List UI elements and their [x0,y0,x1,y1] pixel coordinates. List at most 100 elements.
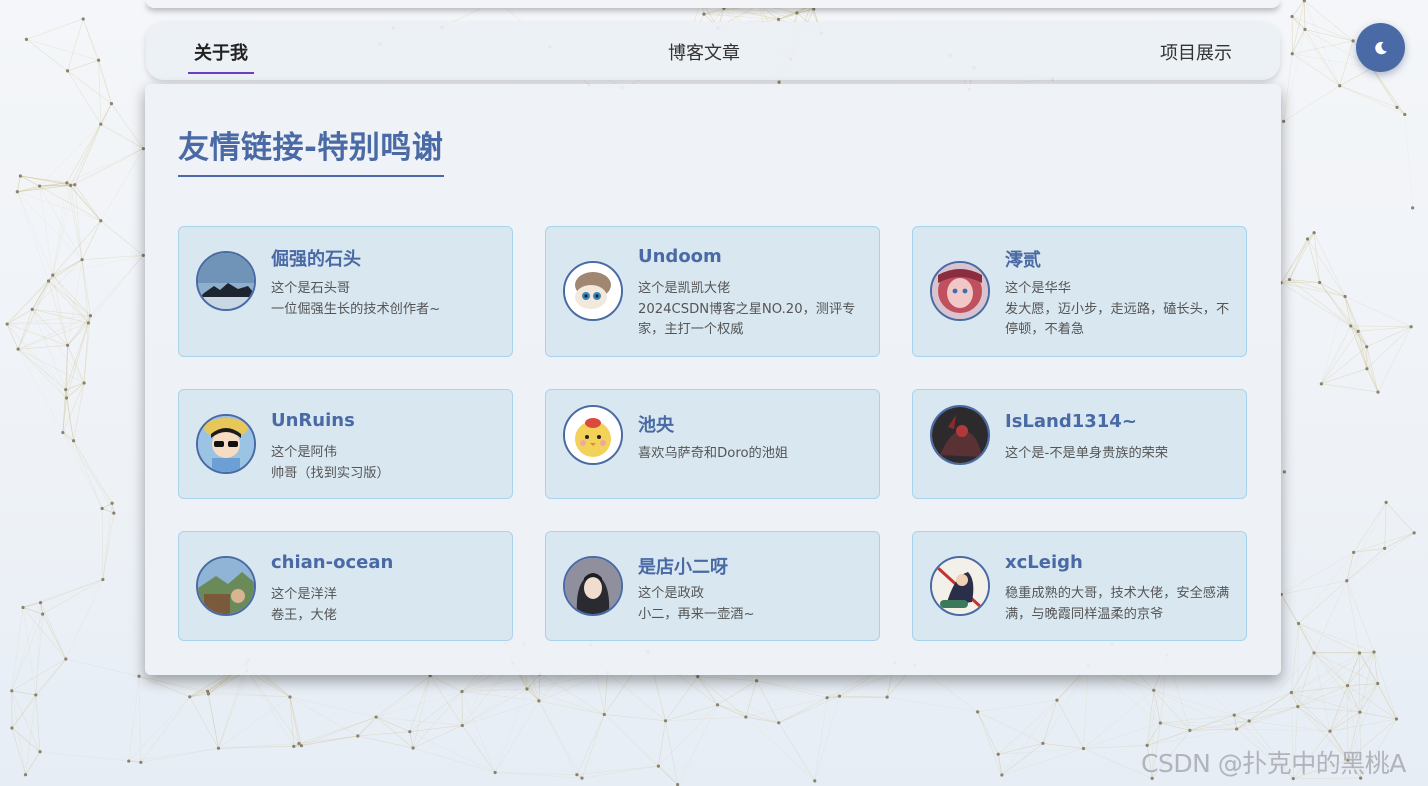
chick-avatar [563,405,623,465]
network-line [1384,532,1415,549]
network-line [1083,666,1089,749]
friend-card-1[interactable]: 倔强的石头 这个是石头哥 一位倔强生长的技术创作者~ [178,226,513,357]
network-line [357,731,410,737]
network-node [702,12,706,16]
network-line [81,220,102,260]
friend-description: 这个是华华 发大愿，迈小步，走远路，磕长头，不停顿，不着急 [1005,279,1230,341]
network-line [604,714,659,767]
friend-name: chian-ocean [271,552,394,573]
friend-card-6[interactable]: IsLand1314~ 这个是-不是单身贵族的荣荣 [912,389,1247,499]
network-line [1321,296,1346,384]
network-node [1235,727,1239,731]
network-line [1280,238,1308,283]
network-node [696,674,700,679]
network-node [1394,717,1399,721]
network-line [1304,29,1340,86]
nav-projects[interactable]: 项目展示 [1160,39,1232,65]
network-line [839,695,888,698]
network-node [1305,237,1310,241]
nav-blog[interactable]: 博客文章 [668,39,740,65]
network-node [23,773,28,777]
network-line [207,691,219,749]
network-line [413,747,496,773]
friend-card-3[interactable]: 澪贰 这个是华华 发大愿，迈小步，走远路，磕长头，不停顿，不着急 [912,226,1247,357]
network-line [1346,580,1375,653]
nav-about[interactable]: 关于我 [188,39,254,74]
network-line [298,735,358,744]
network-node [1319,382,1323,386]
network-line [1056,700,1084,749]
network-line [1042,665,1089,744]
network-line [1001,748,1084,776]
network-line [717,704,779,724]
network-node [1384,500,1388,504]
network-line [412,691,463,749]
network-line [778,695,840,724]
network-line [665,676,699,721]
network-line [1289,238,1308,280]
network-line [1291,16,1340,86]
friend-card-9[interactable]: xcLeigh 稳重成熟的大哥，技术大佬，安全感满满，与晚霞同样温柔的京爷 [912,531,1247,641]
network-line [189,691,208,698]
network-node [825,696,829,700]
network-line [1346,532,1415,581]
network-line [138,675,209,695]
theme-toggle-button[interactable] [1356,23,1405,72]
network-line [1339,67,1373,86]
friend-desc-line: 帅哥（找到实习版） [271,465,390,481]
friend-description: 喜欢乌萨奇和Doro的池姐 [638,444,863,465]
network-line [697,676,757,682]
network-line [52,275,68,346]
network-line [1359,652,1397,720]
network-node [1318,280,1322,285]
network-node [288,695,292,699]
network-node [18,174,23,178]
network-line [128,760,141,763]
network-node [16,347,20,351]
network-line [576,714,605,775]
friend-card-8[interactable]: 是店小二呀 这个是政政 小二，再来一壶酒~ [545,531,880,641]
network-line [26,39,68,72]
network-line [814,697,828,781]
friend-desc-line: 一位倔强生长的技术创作者~ [271,301,441,317]
friend-desc-line: 这个是-不是单身贵族的荣荣 [1005,446,1169,461]
friend-links-panel: 友情链接-特别鸣谢 倔强的石头 这个是石头哥 一位倔强生长的技术创作者~ Und… [145,84,1281,675]
network-line [1385,502,1415,534]
network-node [374,715,378,719]
friend-description: 这个是-不是单身贵族的荣荣 [1005,444,1230,465]
network-line [977,711,1044,744]
network-line [62,432,113,504]
friend-card-5[interactable]: 池央 喜欢乌萨奇和Doro的池姐 [545,389,880,499]
network-line [17,175,21,192]
network-node [525,687,529,691]
network-line [1339,85,1398,108]
friend-card-4[interactable]: UnRuins 这个是阿伟 帅哥（找到实习版） [178,389,513,499]
network-line [677,704,718,785]
network-line [35,694,41,752]
network-node [1287,277,1292,282]
network-line [11,690,36,696]
network-node [1282,470,1286,474]
friend-card-7[interactable]: chian-ocean 这个是洋洋 卷王，大佬 [178,531,513,641]
network-node [100,506,104,511]
network-line [887,696,978,713]
network-line [1281,580,1347,595]
network-line [17,191,54,276]
network-line [140,747,219,763]
friend-card-2[interactable]: Undoom 这个是凯凯大佬 2024CSDN博客之星NO.20，测评专家，主打… [545,226,880,357]
network-line [1283,85,1340,122]
network-line [1321,331,1359,384]
friend-description: 这个是阿伟 帅哥（找到实习版） [271,443,496,484]
network-node [112,511,116,515]
network-line [1304,0,1340,86]
network-node [1345,579,1349,583]
network-line [1350,325,1379,393]
network-line [997,754,1003,776]
network-line [977,711,1003,776]
sunglasses-boy-avatar [196,414,256,474]
network-line [1153,690,1235,716]
network-line [1281,552,1354,595]
network-line [1319,282,1351,327]
network-line [52,274,91,316]
network-node [61,430,65,435]
